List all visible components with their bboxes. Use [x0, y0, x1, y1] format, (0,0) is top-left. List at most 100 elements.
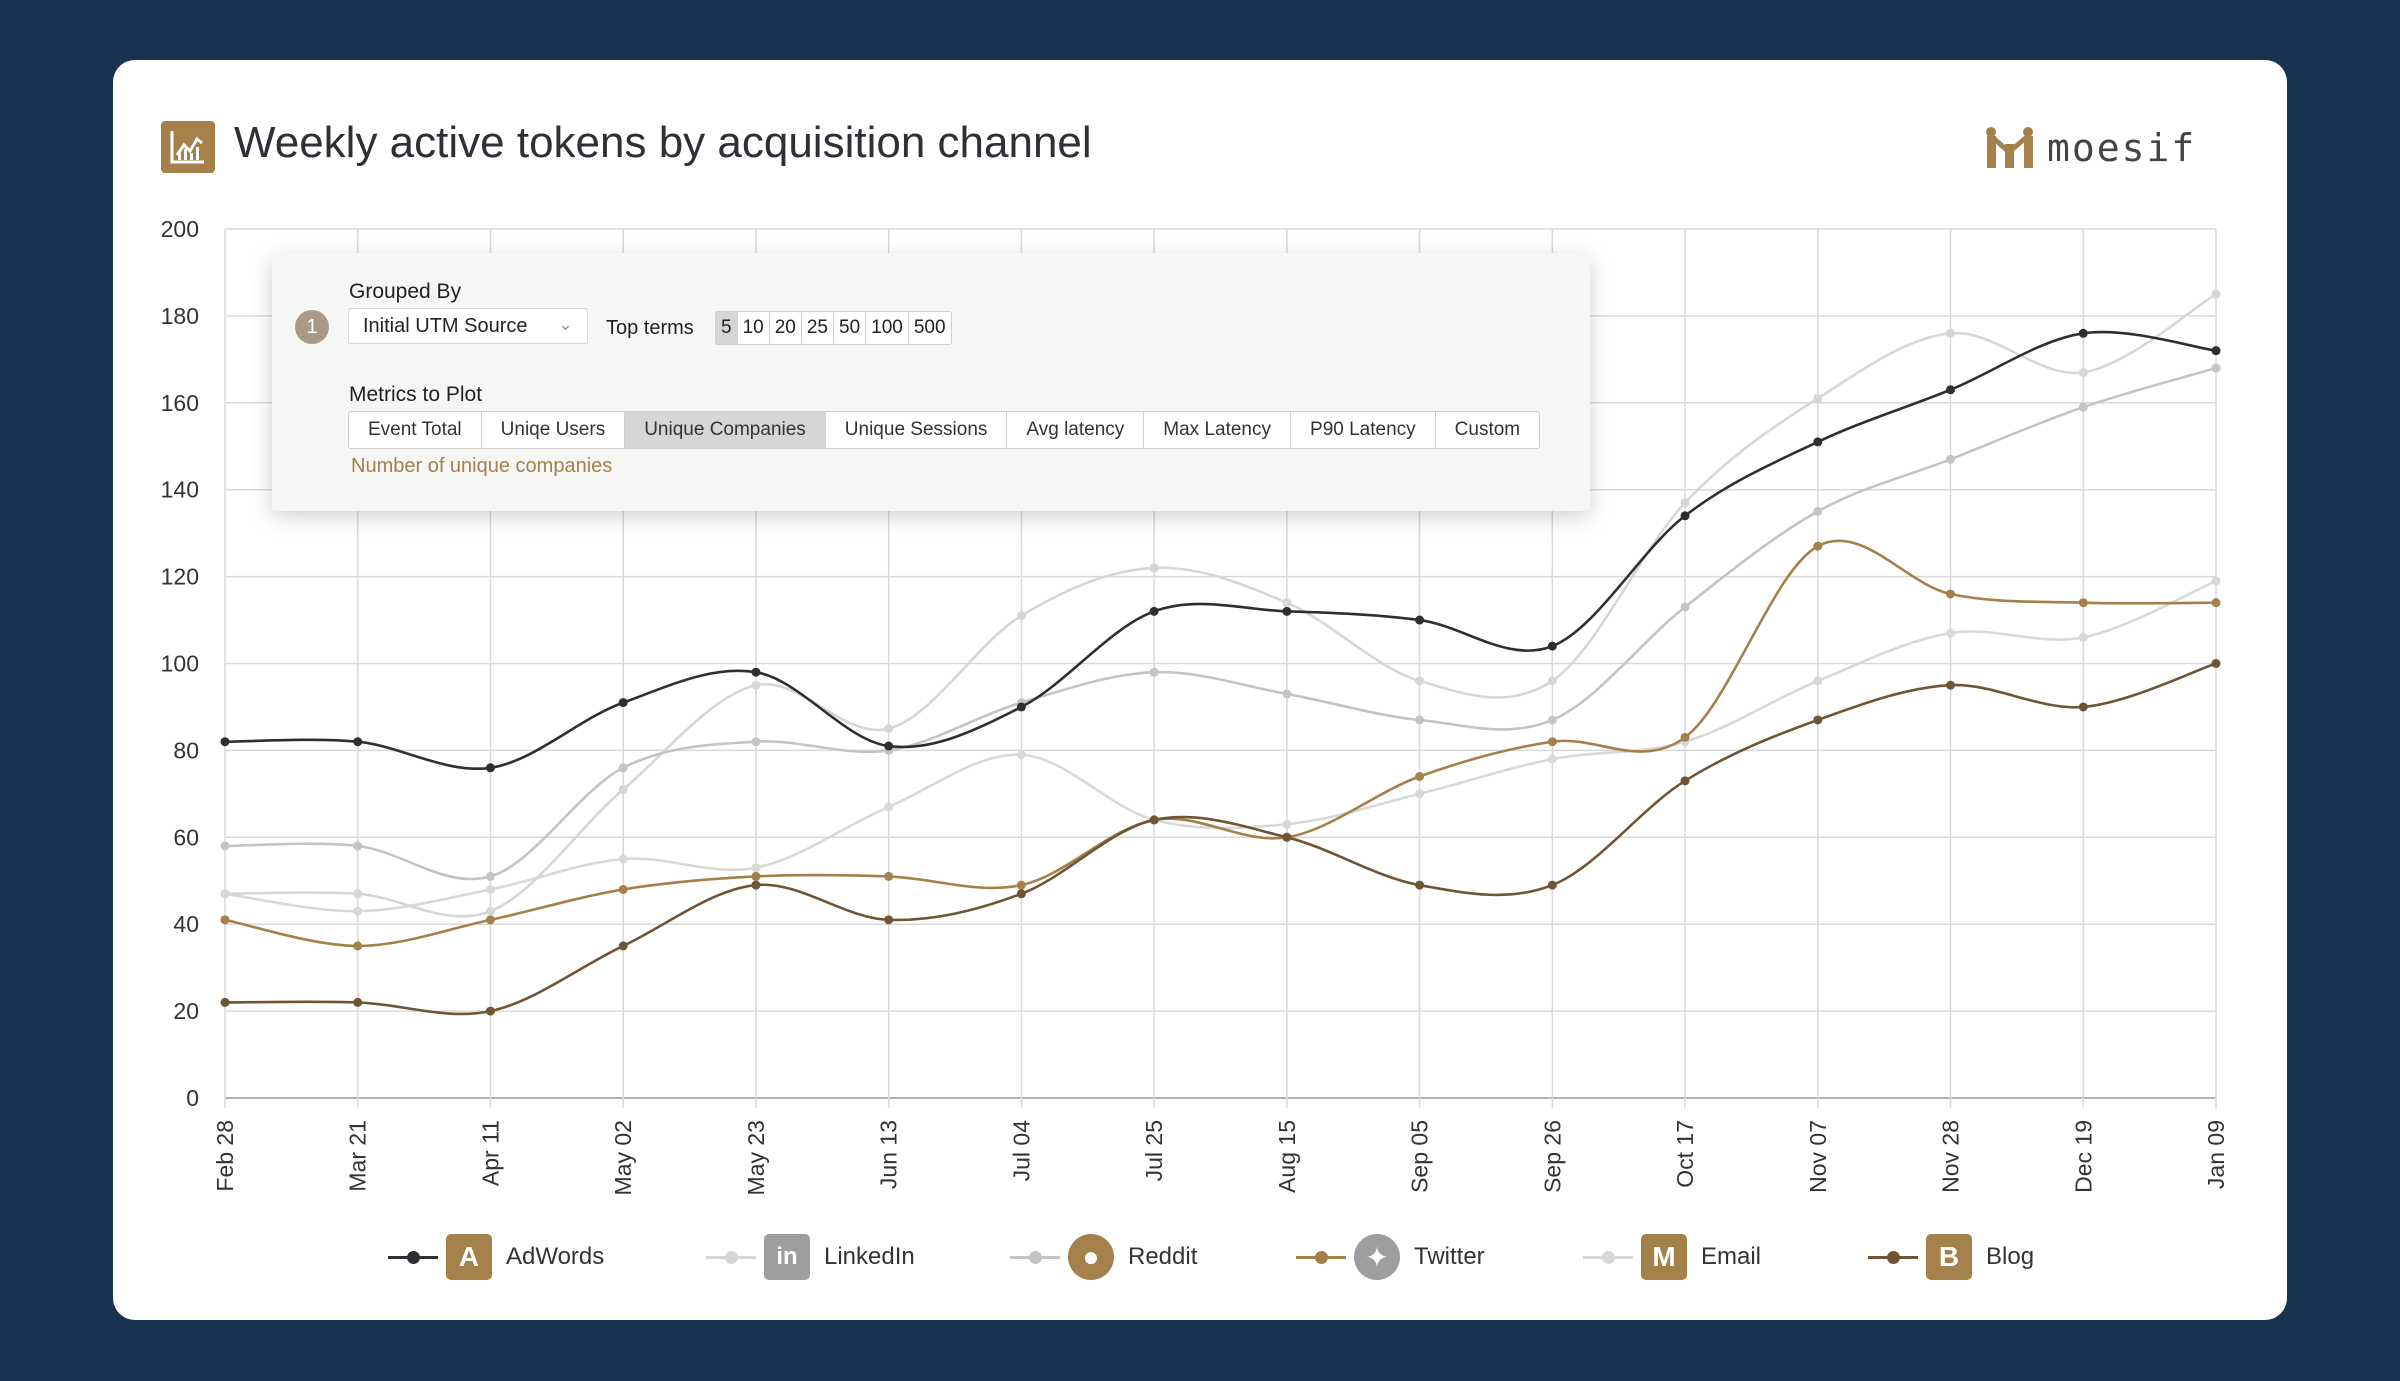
- blog-icon: B: [1926, 1234, 1972, 1280]
- legend-swatch: [706, 1250, 756, 1264]
- data-point: [2078, 367, 2088, 377]
- data-point: [1680, 498, 1690, 508]
- metric-tab[interactable]: Max Latency: [1144, 412, 1292, 448]
- legend-swatch: [1868, 1250, 1918, 1264]
- adwords-icon: A: [446, 1234, 492, 1280]
- data-point: [1813, 437, 1823, 447]
- data-point: [1282, 598, 1292, 608]
- top-terms-option[interactable]: 500: [908, 312, 951, 344]
- data-point: [1946, 385, 1956, 395]
- y-tick-label: 40: [173, 911, 199, 937]
- group-by-select[interactable]: Initial UTM Source ⌄: [348, 308, 588, 344]
- legend-label: Email: [1701, 1243, 1762, 1270]
- legend-swatch: [1296, 1250, 1346, 1264]
- metric-tab[interactable]: Unique Sessions: [825, 412, 1008, 448]
- legend-marker: [407, 1250, 420, 1264]
- data-point: [220, 889, 230, 899]
- series-line-twitter: [224, 539, 2217, 948]
- data-point: [220, 997, 230, 1007]
- metric-tab[interactable]: Unique Companies: [625, 412, 826, 448]
- data-point: [2211, 659, 2221, 668]
- data-point: [353, 841, 363, 851]
- data-point: [884, 802, 894, 812]
- data-point: [2078, 702, 2088, 712]
- legend-item[interactable]: in LinkedIn: [706, 1232, 915, 1282]
- top-terms-option[interactable]: 5: [716, 312, 738, 344]
- legend-item[interactable]: M Email: [1583, 1232, 1761, 1282]
- x-tick-label: Jan 09: [2203, 1120, 2229, 1189]
- line-chart: 020406080100120140160180200Feb 28 Mar 21 A…: [161, 216, 2229, 1195]
- data-point: [2211, 363, 2221, 373]
- y-tick-label: 180: [161, 303, 199, 329]
- data-point: [1547, 641, 1557, 651]
- top-terms-option[interactable]: 25: [801, 312, 834, 344]
- data-point: [1813, 506, 1823, 516]
- data-point: [485, 763, 495, 773]
- legend-marker: [1602, 1250, 1615, 1264]
- x-tick-label: Jul 25: [1141, 1120, 1167, 1181]
- legend-item[interactable]: A AdWords: [388, 1232, 604, 1282]
- legend-swatch: [1583, 1250, 1633, 1264]
- data-point: [751, 863, 761, 873]
- data-point: [1946, 328, 1956, 338]
- chart-legend: A AdWords in LinkedIn ● Reddit ✦ Twitter M Email B…: [0, 1232, 2400, 1282]
- chevron-down-icon: ⌄: [557, 314, 573, 334]
- data-point: [884, 741, 894, 751]
- metric-tab[interactable]: Event Total: [349, 412, 482, 448]
- data-point: [1415, 715, 1425, 725]
- data-point: [884, 871, 894, 881]
- y-tick-label: 200: [161, 216, 199, 242]
- data-point: [1149, 563, 1159, 573]
- data-point: [884, 724, 894, 734]
- data-point: [1547, 754, 1557, 764]
- data-point: [751, 680, 761, 690]
- data-point: [1282, 689, 1292, 699]
- data-point: [353, 997, 363, 1007]
- x-tick-label: Jun 13: [876, 1120, 902, 1189]
- data-point: [1813, 393, 1823, 403]
- legend-item[interactable]: B Blog: [1868, 1232, 2034, 1282]
- metric-tab[interactable]: P90 Latency: [1291, 412, 1436, 448]
- legend-swatch: [388, 1250, 438, 1264]
- data-point: [220, 737, 230, 747]
- legend-item[interactable]: ● Reddit: [1010, 1232, 1197, 1282]
- data-point: [485, 906, 495, 916]
- legend-marker: [1315, 1250, 1328, 1264]
- top-terms-option[interactable]: 20: [769, 312, 802, 344]
- data-point: [1415, 880, 1425, 890]
- top-terms-option[interactable]: 10: [737, 312, 770, 344]
- data-point: [751, 880, 761, 890]
- y-tick-label: 60: [173, 824, 199, 850]
- x-tick-label: Jul 04: [1008, 1120, 1034, 1182]
- data-point: [618, 763, 628, 773]
- top-terms-group: 5 10 20 25 50 100 500: [715, 311, 952, 345]
- metric-tab[interactable]: Uniqe Users: [481, 412, 626, 448]
- reddit-icon: ●: [1068, 1234, 1114, 1280]
- x-tick-label: Oct 17: [1672, 1120, 1698, 1188]
- x-tick-label: Sep 26: [1539, 1120, 1565, 1193]
- legend-swatch: [1010, 1250, 1060, 1264]
- data-point: [1149, 606, 1159, 616]
- data-point: [1016, 702, 1026, 712]
- x-tick-label: Apr 11: [477, 1120, 503, 1186]
- y-tick-label: 120: [161, 564, 199, 590]
- legend-item[interactable]: ✦ Twitter: [1296, 1232, 1485, 1282]
- data-point: [1282, 606, 1292, 616]
- data-point: [1946, 454, 1956, 464]
- metric-tab[interactable]: Avg latency: [1007, 412, 1145, 448]
- x-tick-label: Feb 28: [212, 1120, 238, 1192]
- metrics-label: Metrics to Plot: [349, 383, 483, 406]
- top-terms-option[interactable]: 100: [866, 312, 909, 344]
- data-point: [220, 841, 230, 851]
- top-terms-option[interactable]: 50: [834, 312, 867, 344]
- data-point: [618, 854, 628, 864]
- data-point: [2211, 346, 2221, 356]
- data-point: [353, 889, 363, 899]
- metric-tab[interactable]: Custom: [1435, 412, 1540, 448]
- y-tick-label: 20: [173, 998, 199, 1024]
- legend-label: AdWords: [506, 1243, 605, 1270]
- data-point: [1016, 889, 1026, 899]
- data-point: [353, 906, 363, 916]
- x-tick-label: Mar 21: [345, 1120, 371, 1192]
- data-point: [1547, 737, 1557, 747]
